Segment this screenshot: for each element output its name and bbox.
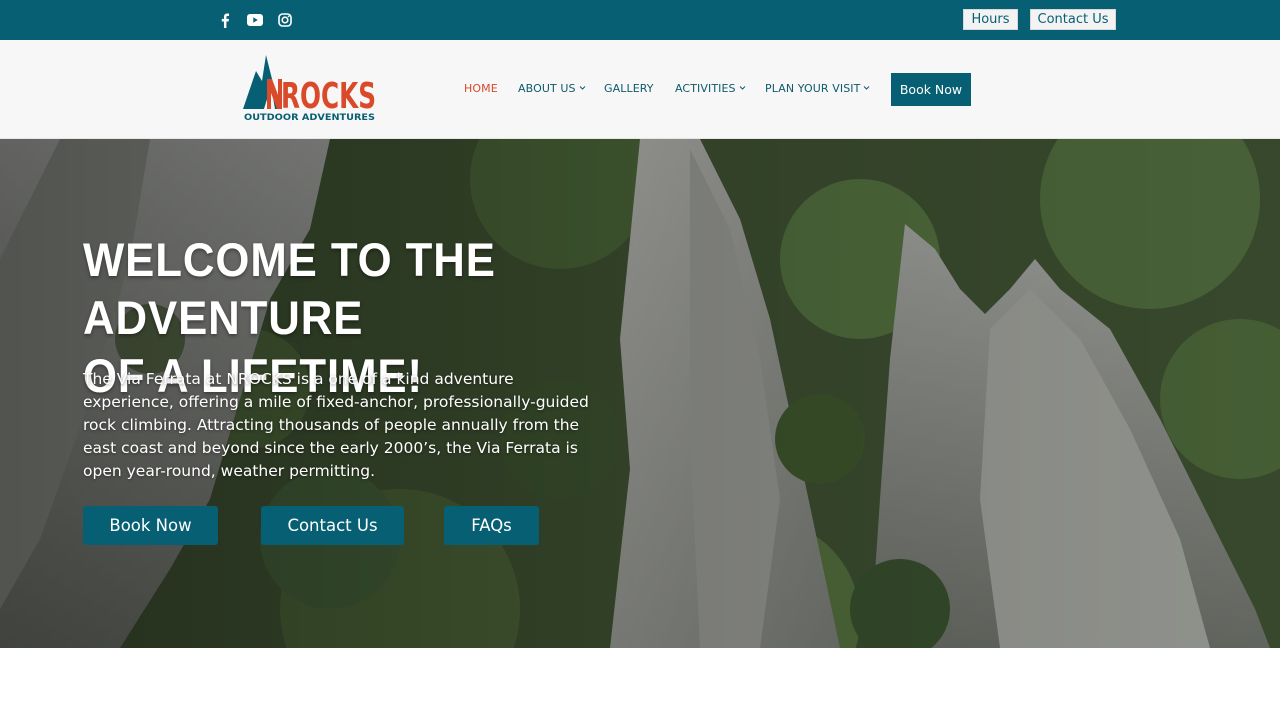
- svg-text:ROCKS: ROCKS: [281, 76, 376, 117]
- hero-description: The Via Ferrata at NROCKS is a one of a …: [83, 370, 589, 480]
- contact-us-button[interactable]: Contact Us: [1030, 9, 1116, 30]
- hero-faqs-button[interactable]: FAQs: [444, 506, 539, 545]
- nav-activities[interactable]: ACTIVITIES: [675, 82, 746, 95]
- facebook-icon[interactable]: [215, 10, 235, 30]
- header-book-now-button[interactable]: Book Now: [891, 73, 971, 106]
- instagram-icon[interactable]: [275, 10, 295, 30]
- nav-activities-label: ACTIVITIES: [675, 82, 736, 95]
- nav-gallery[interactable]: GALLERY: [604, 82, 654, 95]
- svg-text:OUTDOOR ADVENTURES: OUTDOOR ADVENTURES: [244, 113, 375, 123]
- nav-about-us-label: ABOUT US: [518, 82, 576, 95]
- chevron-down-icon: [579, 86, 585, 90]
- nav-plan-your-visit-label: PLAN YOUR VISIT: [765, 82, 861, 95]
- chevron-down-icon: [739, 86, 745, 90]
- hours-button[interactable]: Hours: [963, 9, 1018, 30]
- site-header: ROCKS OUTDOOR ADVENTURES HOME ABOUT US G…: [0, 40, 1280, 139]
- hero-section: WELCOME TO THE ADVENTURE OF A LIFETIME! …: [0, 139, 1280, 648]
- nav-gallery-label: GALLERY: [604, 82, 654, 95]
- nav-plan-your-visit[interactable]: PLAN YOUR VISIT: [765, 82, 870, 95]
- nrocks-logo[interactable]: ROCKS OUTDOOR ADVENTURES: [243, 53, 378, 123]
- top-bar: Hours Contact Us: [0, 0, 1280, 40]
- nav-home-label: HOME: [464, 82, 498, 95]
- hero-title-line-1: WELCOME TO THE ADVENTURE: [83, 233, 496, 344]
- youtube-icon[interactable]: [245, 10, 265, 30]
- hero-contact-us-button[interactable]: Contact Us: [261, 506, 404, 545]
- nav-about-us[interactable]: ABOUT US: [518, 82, 586, 95]
- hero-book-now-button[interactable]: Book Now: [83, 506, 218, 545]
- chevron-down-icon: [864, 86, 870, 90]
- nav-home[interactable]: HOME: [464, 82, 498, 95]
